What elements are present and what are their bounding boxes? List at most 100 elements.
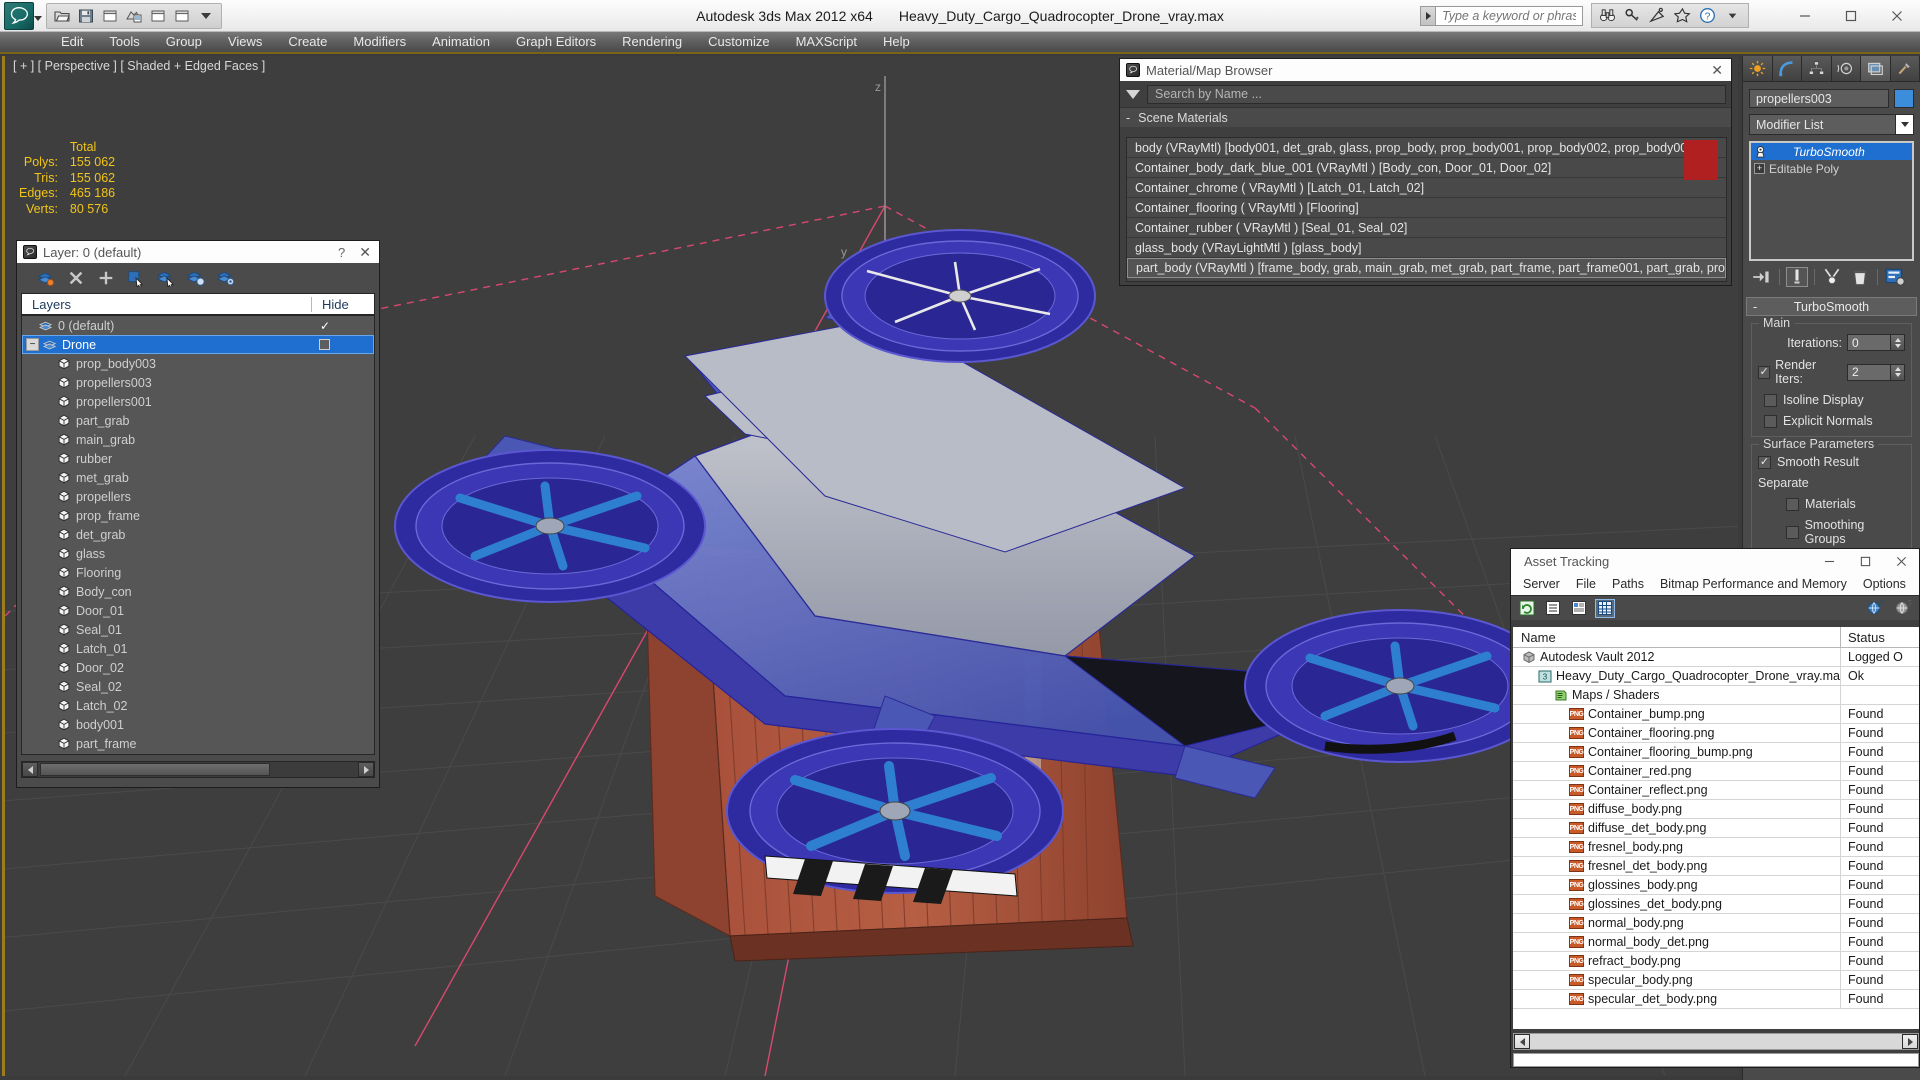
asset-menu-bitmap[interactable]: Bitmap Performance and Memory	[1652, 577, 1855, 591]
layer-list[interactable]: 0 (default) ✓ − Drone prop_body003 propellers…	[21, 315, 375, 755]
material-row[interactable]: Container_chrome ( VRayMtl ) [Latch_01, …	[1127, 178, 1726, 198]
layer-row[interactable]: Latch_01	[22, 639, 374, 658]
show-end-result-icon[interactable]	[1786, 267, 1808, 287]
material-map-browser-window[interactable]: Material/Map Browser ✕ Search by Name ..…	[1119, 58, 1732, 286]
menu-item-create[interactable]: Create	[275, 31, 340, 53]
asset-grid-hscrollbar[interactable]	[1513, 1033, 1919, 1050]
help-server-icon[interactable]: ?	[1893, 599, 1913, 618]
material-browser-close-button[interactable]: ✕	[1707, 62, 1731, 79]
material-row[interactable]: part_body (VRayMtl ) [frame_body, grab, …	[1127, 258, 1726, 278]
menu-item-tools[interactable]: Tools	[96, 31, 152, 53]
new-window-icon[interactable]	[99, 5, 121, 27]
configure-sets-icon[interactable]	[1884, 267, 1906, 287]
layer-row[interactable]: Flooring	[22, 563, 374, 582]
asset-row[interactable]: PNG specular_det_body.png Found	[1513, 989, 1919, 1009]
display-tab-icon[interactable]	[1861, 56, 1891, 81]
isoline-display-checkbox[interactable]	[1764, 393, 1777, 407]
save-icon[interactable]	[75, 5, 97, 27]
asset-row[interactable]: PNG diffuse_body.png Found	[1513, 799, 1919, 819]
object-name-field[interactable]: propellers003	[1749, 89, 1889, 108]
new-layer-icon[interactable]	[35, 267, 57, 289]
rollout-collapse-icon[interactable]: -	[1753, 300, 1757, 314]
asset-maximize-button[interactable]	[1847, 549, 1883, 573]
layer-row[interactable]: − Drone	[22, 335, 374, 354]
separate-materials-checkbox[interactable]	[1786, 497, 1799, 511]
menu-item-animation[interactable]: Animation	[419, 31, 503, 53]
layer-row[interactable]: det_grab	[22, 525, 374, 544]
menu-item-maxscript[interactable]: MAXScript	[783, 31, 870, 53]
pin-stack-icon[interactable]	[1751, 267, 1773, 287]
layer-row[interactable]: Body_con	[22, 582, 374, 601]
application-menu-orb[interactable]	[4, 2, 34, 30]
layer-row[interactable]: part_frame001	[22, 753, 374, 754]
hierarchy-tab-icon[interactable]	[1802, 56, 1832, 81]
scroll-left-icon[interactable]	[22, 762, 38, 777]
minimize-button[interactable]	[1782, 0, 1828, 32]
modifier-stack-row[interactable]: + Editable Poly	[1751, 160, 1912, 177]
smooth-result-row[interactable]: Smooth Result	[1758, 455, 1905, 469]
explicit-normals-checkbox[interactable]	[1764, 414, 1777, 428]
detail-view-icon[interactable]	[1569, 599, 1589, 618]
modifier-stack-row[interactable]: TurboSmooth	[1751, 143, 1912, 160]
menu-item-graph-editors[interactable]: Graph Editors	[503, 31, 609, 53]
render-iters-value[interactable]: 2	[1847, 363, 1891, 381]
asset-row[interactable]: PNG glossines_det_body.png Found	[1513, 894, 1919, 914]
explicit-normals-row[interactable]: Explicit Normals	[1758, 414, 1905, 428]
star-icon[interactable]	[1672, 5, 1693, 26]
menu-item-modifiers[interactable]: Modifiers	[340, 31, 419, 53]
layer-list-hscrollbar[interactable]	[21, 761, 375, 778]
help-icon[interactable]: ?	[1697, 5, 1718, 26]
asset-row[interactable]: PNG Container_reflect.png Found	[1513, 780, 1919, 800]
menu-item-help[interactable]: Help	[870, 31, 923, 53]
material-row[interactable]: Container_rubber ( VRayMtl ) [Seal_01, S…	[1127, 218, 1726, 238]
undo-window-icon[interactable]	[147, 5, 169, 27]
layer-row[interactable]: met_grab	[22, 468, 374, 487]
delete-layer-icon[interactable]	[65, 267, 87, 289]
layer-row[interactable]: 0 (default) ✓	[22, 316, 374, 335]
add-selection-icon[interactable]	[185, 267, 207, 289]
asset-menu-file[interactable]: File	[1568, 577, 1604, 591]
asset-row[interactable]: PNG specular_body.png Found	[1513, 970, 1919, 990]
qat-overflow-icon[interactable]	[195, 5, 217, 27]
menu-item-customize[interactable]: Customize	[695, 31, 782, 53]
layer-row[interactable]: propellers003	[22, 373, 374, 392]
add-layer-icon[interactable]	[95, 267, 117, 289]
utilities-tab-icon[interactable]	[1890, 56, 1920, 81]
layer-help-button[interactable]: ?	[334, 245, 349, 260]
layer-row[interactable]: prop_body003	[22, 354, 374, 373]
close-button[interactable]	[1874, 0, 1920, 32]
maximize-button[interactable]	[1828, 0, 1874, 32]
materials-row[interactable]: Materials	[1758, 497, 1905, 511]
layer-row[interactable]: Seal_01	[22, 620, 374, 639]
layer-row[interactable]: body001	[22, 715, 374, 734]
layer-explorer-window[interactable]: Layer: 0 (default) ? ✕ Layers Hide 0 (de…	[16, 240, 380, 788]
asset-row[interactable]: PNG Container_bump.png Found	[1513, 704, 1919, 724]
asset-row[interactable]: PNG Container_flooring_bump.png Found	[1513, 742, 1919, 762]
select-highlight-icon[interactable]	[155, 267, 177, 289]
asset-row[interactable]: Autodesk Vault 2012 Logged O	[1513, 647, 1919, 667]
iterations-spinner-arrows[interactable]	[1891, 334, 1905, 351]
modifier-stack[interactable]: TurboSmooth + Editable Poly	[1749, 141, 1914, 261]
asset-row[interactable]: PNG fresnel_det_body.png Found	[1513, 856, 1919, 876]
asset-menu-server[interactable]: Server	[1515, 577, 1568, 591]
asset-row[interactable]: PNG diffuse_det_body.png Found	[1513, 818, 1919, 838]
asset-close-button[interactable]	[1883, 549, 1919, 573]
section-collapse-icon[interactable]: -	[1126, 111, 1130, 125]
smoothing-groups-row[interactable]: Smoothing Groups	[1758, 518, 1905, 546]
satellite-dish-icon[interactable]	[1647, 5, 1668, 26]
iterations-value[interactable]: 0	[1847, 334, 1891, 351]
select-objects-icon[interactable]	[125, 267, 147, 289]
list-view-icon[interactable]	[1543, 599, 1563, 618]
chevron-down-icon[interactable]	[1895, 115, 1913, 134]
layer-row[interactable]: rubber	[22, 449, 374, 468]
layer-row[interactable]: propellers	[22, 487, 374, 506]
layer-row[interactable]: Door_01	[22, 601, 374, 620]
search-input[interactable]	[1436, 7, 1576, 25]
motion-tab-icon[interactable]	[1831, 56, 1861, 81]
render-setup-icon[interactable]	[123, 5, 145, 27]
material-list[interactable]: body (VRayMtl) [body001, det_grab, glass…	[1126, 137, 1727, 282]
redo-window-icon[interactable]	[171, 5, 193, 27]
layer-row[interactable]: Latch_02	[22, 696, 374, 715]
asset-row[interactable]: PNG normal_body.png Found	[1513, 913, 1919, 933]
material-row[interactable]: Container_body_dark_blue_001 (VRayMtl ) …	[1127, 158, 1726, 178]
